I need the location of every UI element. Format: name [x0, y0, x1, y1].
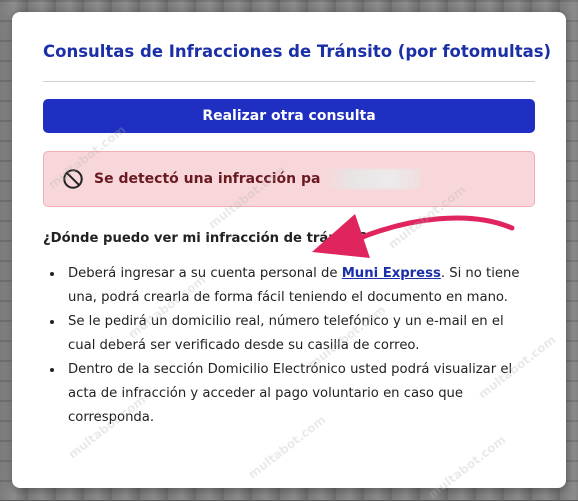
page-title: Consultas de Infracciones de Tránsito (p… [43, 42, 552, 61]
question-heading: ¿Dónde puedo ver mi infracción de tráns? [43, 231, 535, 246]
redacted-text [324, 169, 421, 189]
list-item: Deberá ingresar a su cuenta personal de … [64, 262, 535, 310]
infraction-alert: Se detectó una infracción pa [43, 151, 535, 207]
list-item: Se le pedirá un domicilio real, número t… [64, 310, 535, 358]
list-item: Dentro de la sección Domicilio Electróni… [64, 358, 535, 430]
question-tail: ? [359, 231, 368, 246]
prohibited-icon [63, 169, 83, 189]
divider [43, 81, 535, 82]
alert-text: Se detectó una infracción pa [94, 171, 321, 187]
question-text: ¿Dónde puedo ver mi infracción de tráns [43, 231, 346, 246]
muni-express-link[interactable]: Muni Express [342, 266, 441, 281]
instructions-list: Deberá ingresar a su cuenta personal de … [43, 262, 535, 430]
list-item-text: Deberá ingresar a su cuenta personal de [68, 266, 342, 281]
new-query-button[interactable]: Realizar otra consulta [43, 99, 535, 133]
modal-card: Consultas de Infracciones de Tránsito (p… [12, 12, 566, 488]
